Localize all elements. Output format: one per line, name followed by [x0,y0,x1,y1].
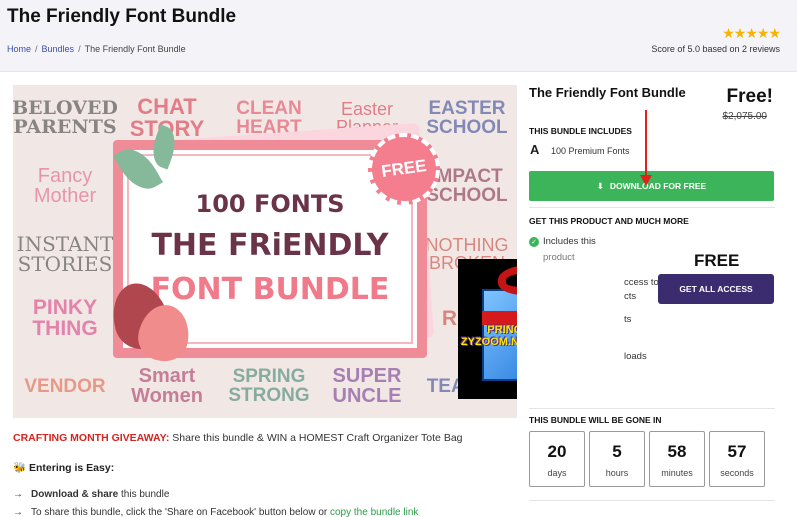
divider [529,500,775,501]
benefit-item: ccess to [624,277,659,288]
get-all-access-button[interactable]: GET ALL ACCESS [658,274,774,304]
font-tile: PINKY THING [32,296,98,340]
breadcrumb-separator: / [35,44,38,54]
step-2: → To share this bundle, click the 'Share … [13,507,418,517]
download-icon: ⬇ [596,180,604,191]
arrow-right-icon: → [13,489,23,500]
font-tile: SUPER UNCLE [332,365,402,407]
promo-lead: CRAFTING MONTH GIVEAWAY: [13,432,170,444]
entering-easy-label: Entering is Easy: [29,462,115,474]
product-price: Free! [726,86,773,107]
countdown-days: 20 days [529,431,585,487]
font-tile: EASTER SCHOOL [426,98,508,138]
font-icon: A [530,142,540,157]
font-tile: SPRING STRONG [228,366,310,406]
breadcrumb-bundles-link[interactable]: Bundles [42,44,75,54]
includes-heading: THIS BUNDLE INCLUDES [529,126,632,136]
benefit-item: loads [624,351,647,362]
font-tile: BELOVED PARENTS [13,97,118,138]
cover-line-subtitle: FONT BUNDLE [150,272,390,307]
countdown-seconds: 57 seconds [709,431,765,487]
product-title: The Friendly Font Bundle [529,85,686,100]
entering-easy-heading: 🐝 Entering is Easy: [13,461,114,474]
annotation-arrow [645,110,647,180]
rating-score-text: Score of 5.0 based on 2 reviews [651,44,780,54]
includes-item: 100 Premium Fonts [551,146,630,156]
more-heading: GET THIS PRODUCT AND MUCH MORE [529,216,689,226]
rating-stars: ★★★★★ [722,25,781,41]
annotation-arrow-head [640,175,652,186]
benefit-item: cts [624,291,637,302]
giveaway-watermark: PRINCEOFADEN ZYZOOM.NET GIVEAWAYS [460,324,517,348]
cover-line-count: 100 FONTS [195,190,345,218]
countdown-heading: THIS BUNDLE WILL BE GONE IN [529,415,662,425]
font-tile: Fancy Mother [33,165,97,207]
giveaway-promo: CRAFTING MONTH GIVEAWAY: Share this bund… [13,432,463,444]
benefit-item: ts [624,314,632,325]
breadcrumb: Home / Bundles / The Friendly Font Bundle [7,44,186,54]
breadcrumb-home-link[interactable]: Home [7,44,31,54]
all-access-free-label: FREE [694,251,740,270]
copy-bundle-link[interactable]: copy the bundle link [330,507,418,517]
arrow-right-icon: → [13,507,23,517]
divider [529,408,775,409]
countdown-hours: 5 hours [589,431,645,487]
breadcrumb-current: The Friendly Font Bundle [84,44,186,54]
countdown-timer: 20 days 5 hours 58 minutes 57 seconds [529,431,765,487]
check-icon: ✓ [529,236,539,247]
font-tile: INSTANT STORIES [16,232,114,276]
step-2-text: To share this bundle, click the 'Share o… [31,507,330,517]
font-tile: VENDOR [24,375,106,397]
step-1-bold: Download & share [31,489,119,500]
breadcrumb-separator: / [78,44,81,54]
download-button-label: DOWNLOAD FOR FREE [609,181,707,191]
promo-text: Share this bundle & WIN a HOMEST Craft O… [169,432,463,444]
benefit-item: product [543,252,575,263]
page-header: The Friendly Font Bundle Home / Bundles / Th… [0,0,797,72]
cover-line-title: THE FRiENDLY [151,228,389,263]
divider [529,207,775,208]
font-tile: Smart Women [131,365,203,407]
gift-ribbon [482,311,517,325]
countdown-minutes: 58 minutes [649,431,705,487]
page-title: The Friendly Font Bundle [7,6,237,27]
benefit-item: ✓ Includes this [529,236,596,247]
bee-icon: 🐝 [13,462,27,474]
product-hero-image[interactable]: BELOVED PARENTS CHAT STORY CLEAN HEART E… [13,85,517,418]
step-1-text: this bundle [118,489,170,500]
original-price: $2,075.00 [722,111,768,122]
giveaway-gift-overlay: PRINCEOFADEN ZYZOOM.NET GIVEAWAYS [458,259,517,399]
step-1: → Download & share this bundle [13,489,169,500]
